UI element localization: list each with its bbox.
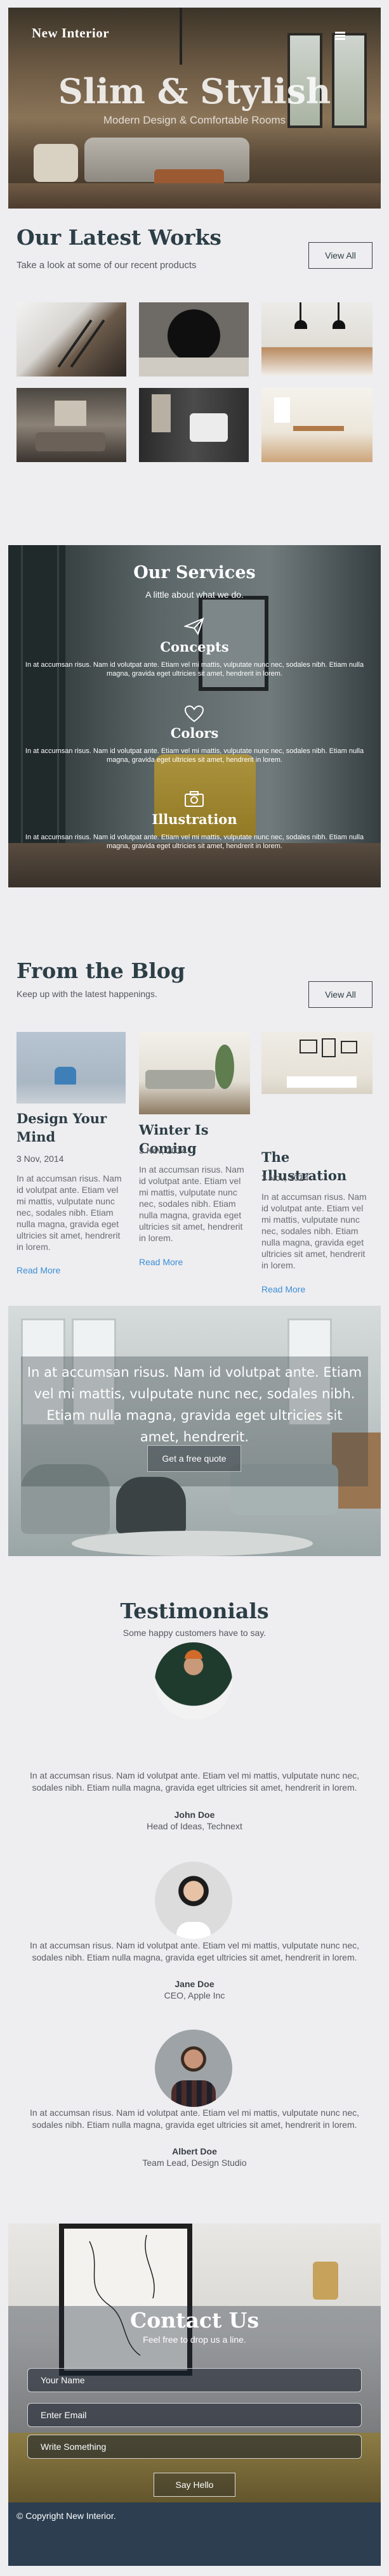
testimonial-quote: In at accumsan risus. Nam id volutpat an… bbox=[29, 1770, 359, 1793]
footer: © Copyright New Interior. bbox=[8, 2502, 381, 2566]
testimonial-role: CEO, Apple Inc bbox=[164, 1990, 225, 2000]
heart-icon bbox=[183, 704, 206, 724]
free-quote-button[interactable]: Get a free quote bbox=[147, 1445, 241, 1472]
blog-post-date: 3 Nov, 2014 bbox=[261, 1173, 309, 1183]
services-subtitle: A little about what we do. bbox=[145, 589, 244, 600]
testimonial-role: Team Lead, Design Studio bbox=[142, 2158, 247, 2168]
blog-image-frames[interactable] bbox=[261, 1032, 373, 1094]
blog-post-excerpt: In at accumsan risus. Nam id volutpat an… bbox=[261, 1192, 367, 1270]
blog-post-date: 3 Nov, 2014 bbox=[139, 1145, 187, 1156]
blog-view-all-button[interactable]: View All bbox=[308, 981, 373, 1008]
blog-subtitle: Keep up with the latest happenings. bbox=[16, 989, 157, 999]
blog-image-chair[interactable] bbox=[16, 1032, 126, 1104]
cta-text: In at accumsan risus. Nam id volutpat an… bbox=[27, 1365, 362, 1445]
testimonial-quote: In at accumsan risus. Nam id volutpat an… bbox=[29, 2108, 359, 2130]
work-thumbnail-staircase[interactable] bbox=[16, 302, 126, 377]
contact-subtitle: Feel free to drop us a line. bbox=[143, 2334, 246, 2345]
services-title: Our Services bbox=[133, 563, 256, 583]
works-view-all-button[interactable]: View All bbox=[308, 242, 373, 269]
service-text-illustration: In at accumsan risus. Nam id volutpat an… bbox=[25, 834, 364, 850]
testimonial-quote: In at accumsan risus. Nam id volutpat an… bbox=[29, 1940, 359, 1962]
hero-chair bbox=[34, 144, 78, 182]
testimonial-name: Jane Doe bbox=[175, 1979, 214, 1989]
name-field[interactable] bbox=[27, 2368, 362, 2392]
paper-plane-icon bbox=[183, 616, 206, 636]
quote-banner: In at accumsan risus. Nam id volutpat an… bbox=[8, 1306, 381, 1556]
contact-title: Contact Us bbox=[129, 2308, 260, 2333]
blog-post-excerpt: In at accumsan risus. Nam id volutpat an… bbox=[139, 1164, 244, 1243]
email-field[interactable] bbox=[27, 2403, 362, 2427]
testimonial-name: Albert Doe bbox=[172, 2146, 217, 2156]
services-section: Our Services A little about what we do. … bbox=[8, 545, 381, 887]
work-thumbnail-arch[interactable] bbox=[139, 302, 249, 377]
service-title-colors: Colors bbox=[170, 725, 219, 741]
blog-post-excerpt: In at accumsan risus. Nam id volutpat an… bbox=[16, 1173, 122, 1252]
testimonial-name: John Doe bbox=[174, 1810, 215, 1820]
hamburger-menu-icon[interactable] bbox=[335, 32, 345, 40]
read-more-link[interactable]: Read More bbox=[16, 1265, 60, 1275]
blog-post-date: 3 Nov, 2014 bbox=[16, 1154, 64, 1164]
blog-title: From the Blog bbox=[16, 958, 185, 983]
brand-logo[interactable]: New Interior bbox=[32, 25, 109, 41]
read-more-link[interactable]: Read More bbox=[139, 1257, 183, 1267]
works-subtitle: Take a look at some of our recent produc… bbox=[16, 260, 197, 271]
hero-floor bbox=[8, 183, 381, 209]
works-title: Our Latest Works bbox=[16, 225, 221, 250]
work-thumbnail-dark-room[interactable] bbox=[139, 388, 249, 462]
hero-subtitle: Modern Design & Comfortable Rooms bbox=[103, 114, 286, 126]
hero-title: Slim & Stylish bbox=[58, 71, 331, 112]
testimonials-title: Testimonials bbox=[120, 1599, 269, 1623]
work-thumbnail-dining[interactable] bbox=[261, 388, 373, 462]
contact-section: Contact Us Feel free to drop us a line. … bbox=[8, 2224, 381, 2502]
service-text-colors: In at accumsan risus. Nam id volutpat an… bbox=[25, 747, 364, 764]
service-title-illustration: Illustration bbox=[152, 811, 237, 827]
read-more-link[interactable]: Read More bbox=[261, 1284, 305, 1294]
say-hello-button[interactable]: Say Hello bbox=[154, 2473, 235, 2497]
message-field[interactable] bbox=[27, 2435, 362, 2459]
blog-image-sofa[interactable] bbox=[139, 1032, 250, 1114]
work-thumbnail-kitchen[interactable] bbox=[261, 302, 373, 377]
camera-icon bbox=[183, 789, 206, 809]
page: New Interior Slim & Stylish Modern Desig… bbox=[0, 0, 389, 2576]
blog-post-title[interactable]: Design Your Mind bbox=[16, 1109, 126, 1146]
copyright-text: © Copyright New Interior. bbox=[16, 2511, 116, 2521]
contact-lamp bbox=[313, 2262, 338, 2300]
testimonials-subtitle: Some happy customers have to say. bbox=[122, 1628, 267, 1638]
cta-rug bbox=[72, 1531, 313, 1556]
work-thumbnail-living-room[interactable] bbox=[16, 388, 126, 462]
avatar bbox=[155, 1862, 232, 1939]
testimonial-role: Head of Ideas, Technext bbox=[147, 1821, 242, 1831]
hero-pendant-lamp bbox=[180, 8, 182, 65]
service-text-concepts: In at accumsan risus. Nam id volutpat an… bbox=[25, 661, 364, 678]
avatar bbox=[155, 1642, 232, 1720]
service-title-concepts: Concepts bbox=[160, 639, 229, 655]
avatar bbox=[155, 2030, 232, 2107]
